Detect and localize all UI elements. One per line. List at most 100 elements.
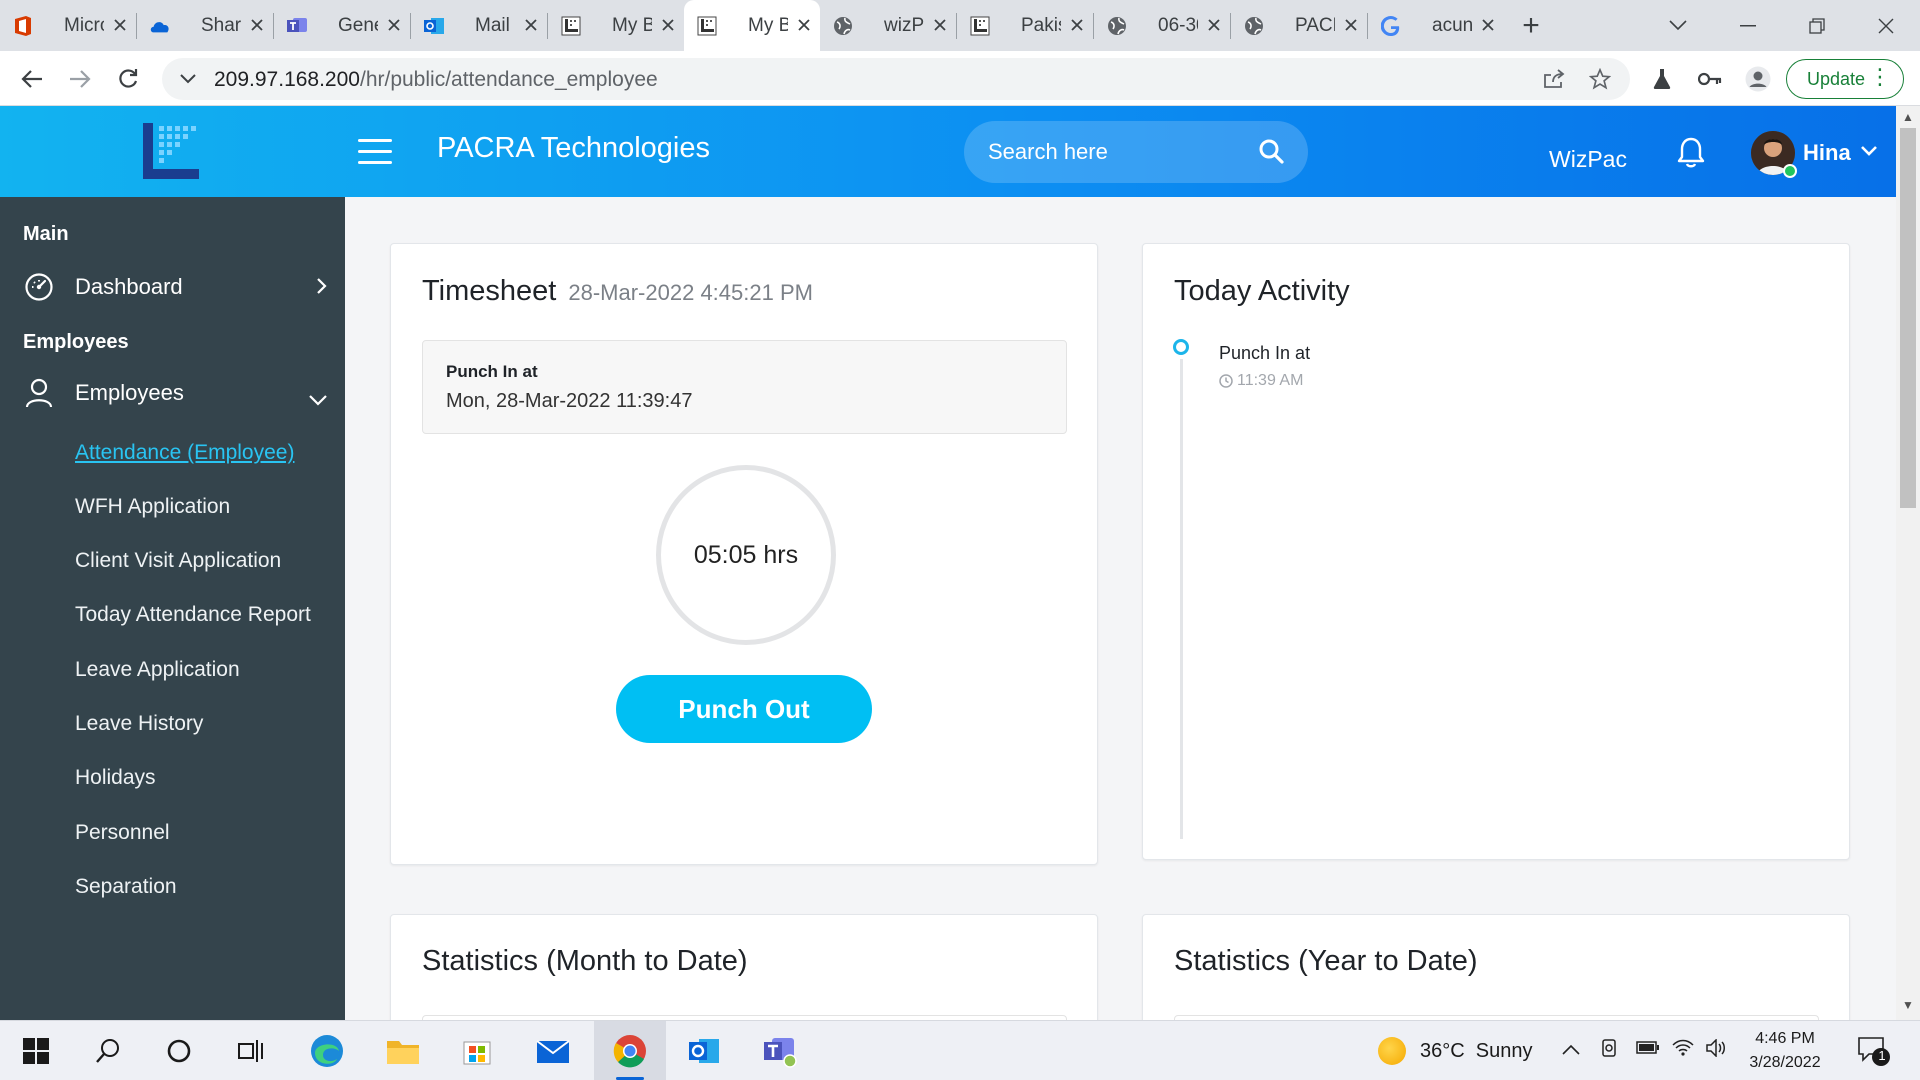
user-icon [23, 377, 55, 409]
pacra-logo[interactable] [140, 120, 204, 184]
browser-tab[interactable]: Pakis [957, 0, 1093, 51]
stats-year-card: Statistics (Year to Date) [1142, 914, 1850, 1020]
worked-hours-circle: 05:05 hrs [656, 465, 836, 645]
tab-title: wizP [884, 14, 924, 36]
browser-tab[interactable]: 06-30 [1094, 0, 1230, 51]
browser-tab[interactable]: acun [1368, 0, 1504, 51]
device-meetnow-icon[interactable] [1600, 1039, 1620, 1064]
scrollbar-thumb[interactable] [1900, 128, 1916, 508]
share-icon[interactable] [1540, 65, 1568, 93]
browser-tab[interactable]: PACR [1231, 0, 1367, 51]
browser-tab[interactable]: My B [548, 0, 684, 51]
menu-dots-icon[interactable]: ⋮ [1869, 66, 1891, 88]
sidebar-item-employees[interactable]: Employees [23, 373, 328, 413]
stats-month-card: Statistics (Month to Date) [390, 914, 1098, 1020]
sidebar-subitem[interactable]: Client Visit Application [75, 549, 281, 573]
search-icon[interactable] [86, 1029, 130, 1073]
tab-title: acun [1432, 14, 1472, 36]
cortana-icon[interactable] [157, 1029, 201, 1073]
battery-icon[interactable] [1636, 1039, 1660, 1060]
minimize-icon[interactable] [1713, 0, 1782, 51]
tab-close-icon[interactable] [525, 14, 537, 37]
punch-out-button[interactable]: Punch Out [616, 675, 872, 743]
browser-tab[interactable]: Share [137, 0, 273, 51]
company-link[interactable]: WizPac [1549, 146, 1627, 173]
tab-title: 06-30 [1158, 14, 1198, 36]
site-info-chevron-icon[interactable] [174, 65, 202, 93]
hamburger-menu-icon[interactable] [358, 139, 392, 165]
chrome-icon[interactable] [608, 1029, 652, 1073]
sidebar-item-dashboard[interactable]: Dashboard [23, 267, 328, 307]
browser-tab[interactable]: Gene [274, 0, 410, 51]
system-clock[interactable]: 4:46 PM 3/28/2022 [1740, 1027, 1830, 1075]
sidebar-subitem[interactable]: WFH Application [75, 495, 230, 519]
reload-icon[interactable] [110, 61, 146, 97]
page-scrollbar[interactable]: ▲ ▼ [1896, 106, 1920, 1020]
tab-close-icon[interactable] [1071, 14, 1083, 37]
tab-close-icon[interactable] [1345, 14, 1357, 37]
file-explorer-icon[interactable] [381, 1029, 425, 1073]
bookmark-star-icon[interactable] [1586, 65, 1614, 93]
browser-tab[interactable]: Micro [0, 0, 136, 51]
update-label: Update [1807, 68, 1866, 89]
tab-close-icon[interactable] [1482, 14, 1494, 37]
tab-title: Micro [64, 14, 104, 36]
update-button[interactable]: Update ⋮ [1786, 59, 1904, 99]
sidebar-subitem[interactable]: Personnel [75, 821, 170, 845]
tab-close-icon[interactable] [798, 14, 810, 37]
weather-widget[interactable]: 36°C Sunny [1378, 1037, 1533, 1065]
forward-arrow-icon[interactable] [62, 61, 98, 97]
tab-close-icon[interactable] [662, 14, 674, 37]
password-key-icon[interactable] [1692, 61, 1728, 97]
scroll-up-icon[interactable]: ▲ [1902, 110, 1914, 124]
wifi-icon[interactable] [1672, 1039, 1694, 1062]
bell-icon[interactable] [1676, 136, 1706, 173]
browser-tab[interactable]: My B [684, 0, 820, 51]
stats-month-title: Statistics (Month to Date) [422, 945, 748, 977]
activity-time-text: 11:39 AM [1237, 372, 1304, 389]
punch-in-value: Mon, 28-Mar-2022 11:39:47 [446, 390, 693, 412]
new-tab-button[interactable]: + [1504, 0, 1558, 51]
address-bar[interactable]: 209.97.168.200/hr/public/attendance_empl… [162, 58, 1630, 100]
tab-close-icon[interactable] [388, 14, 400, 37]
edge-icon[interactable] [305, 1029, 349, 1073]
outlook-icon[interactable] [682, 1029, 726, 1073]
tab-close-icon[interactable] [251, 14, 263, 37]
close-window-icon[interactable] [1851, 0, 1920, 51]
sidebar-subitem[interactable]: Leave History [75, 712, 203, 736]
sidebar-subitem[interactable]: Holidays [75, 766, 156, 790]
user-name[interactable]: Hina [1803, 140, 1851, 166]
windows-start-icon[interactable] [14, 1029, 58, 1073]
scroll-down-icon[interactable]: ▼ [1902, 998, 1914, 1012]
search-input[interactable] [988, 135, 1248, 169]
volume-icon[interactable] [1706, 1038, 1728, 1062]
browser-tab[interactable]: wizP [820, 0, 956, 51]
back-arrow-icon[interactable] [14, 61, 50, 97]
sidebar-subitem[interactable]: Today Attendance Report [75, 603, 311, 627]
sidebar-subitem[interactable]: Attendance (Employee) [75, 441, 294, 465]
mail-icon[interactable] [531, 1029, 575, 1073]
store-icon[interactable] [455, 1029, 499, 1073]
restore-icon[interactable] [1782, 0, 1851, 51]
tab-close-icon[interactable] [934, 14, 946, 37]
search-icon[interactable] [1258, 138, 1284, 169]
tab-title: Pakis [1021, 14, 1061, 36]
sidebar: Main Dashboard Employees Employees Atten… [0, 197, 345, 1020]
tab-search-icon[interactable] [1660, 10, 1696, 40]
notification-center-icon[interactable]: 1 [1857, 1035, 1891, 1072]
url-path: /hr/public/attendance_employee [359, 68, 658, 91]
teams-icon[interactable] [758, 1029, 802, 1073]
labs-flask-icon[interactable] [1644, 61, 1680, 97]
tab-close-icon[interactable] [1208, 14, 1220, 37]
tab-close-icon[interactable] [114, 14, 126, 37]
chevron-down-icon[interactable] [1861, 143, 1877, 161]
browser-tab-strip: Micro Share Gene Mail My B My B wizP Pakis 06-30… [0, 0, 1920, 51]
task-view-icon[interactable] [229, 1029, 273, 1073]
browser-tab[interactable]: Mail [411, 0, 547, 51]
tray-chevron-up-icon[interactable] [1562, 1039, 1580, 1060]
sidebar-subitem[interactable]: Separation [75, 875, 177, 899]
main-content: Timesheet 28-Mar-2022 4:45:21 PM Punch I… [345, 197, 1896, 1020]
sun-icon [1378, 1037, 1406, 1065]
profile-icon[interactable] [1740, 61, 1776, 97]
sidebar-subitem[interactable]: Leave Application [75, 658, 240, 682]
